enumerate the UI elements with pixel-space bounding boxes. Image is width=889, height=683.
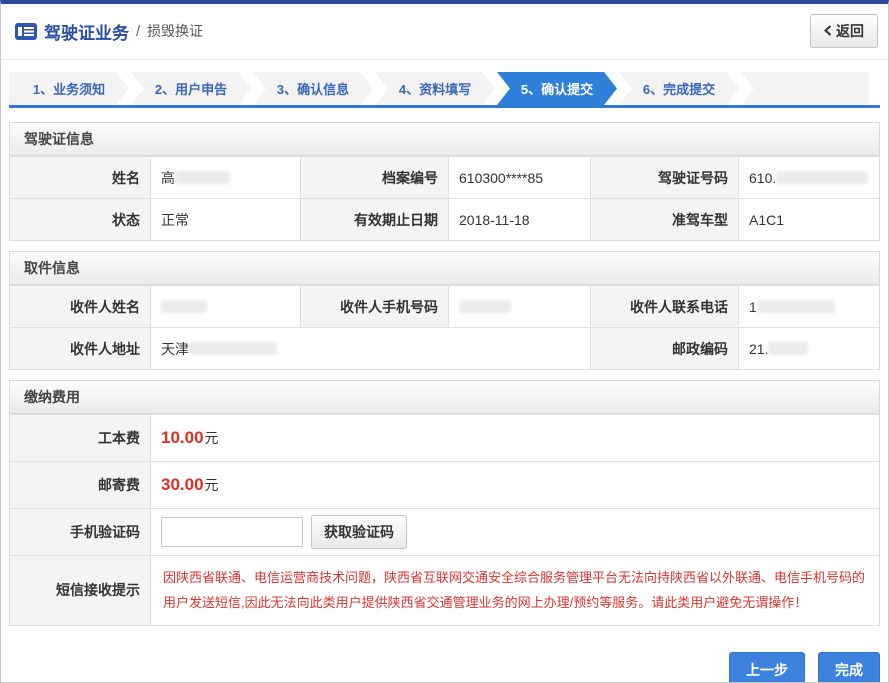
production-fee-amount: 10.00: [161, 428, 204, 448]
topbar: 驾驶证业务 / 损毁换证 返回: [1, 4, 888, 60]
recipient-phone-label: 收件人联系电话: [591, 286, 739, 327]
redaction-blur: [757, 300, 835, 313]
chevron-left-icon: [824, 23, 832, 39]
license-no-value: 610.: [739, 157, 879, 198]
step-bar-filler: [741, 72, 869, 105]
table-row: 收件人姓名 收件人手机号码 收件人联系电话 1: [10, 285, 879, 327]
sms-notice-cell: 因陕西省联通、电信运营商技术问题，陕西省互联网交通安全综合服务管理平台无法向持陕…: [151, 556, 879, 625]
production-fee-unit: 元: [205, 428, 219, 448]
sms-code-field-area: 获取验证码: [151, 509, 879, 555]
postage-fee-label: 邮寄费: [10, 462, 151, 508]
name-value: 高: [151, 157, 301, 198]
table-row: 收件人地址 天津 邮政编码 21.: [10, 327, 879, 369]
step-tab-5-active[interactable]: 5、确认提交: [497, 72, 617, 105]
license-no-label: 驾驶证号码: [591, 157, 739, 198]
recipient-mobile-value: [449, 286, 591, 327]
breadcrumb: 驾驶证业务 / 损毁换证: [15, 19, 203, 44]
page-subtitle: 损毁换证: [147, 21, 203, 41]
pickup-info-section: 取件信息 收件人姓名 收件人手机号码 收件人联系电话 1 收件人地址 天津 邮政…: [9, 251, 880, 370]
license-info-section: 驾驶证信息 姓名 高 档案编号 610300****85 驾驶证号码 610. …: [9, 122, 880, 241]
page: 驾驶证业务 / 损毁换证 返回 1、业务须知 2、用户申告 3、确认信息 4、资…: [0, 0, 889, 683]
footer-actions: 上一步 完成: [9, 652, 880, 683]
file-no-label: 档案编号: [301, 157, 449, 198]
page-title: 驾驶证业务: [44, 19, 129, 44]
sms-code-label: 手机验证码: [10, 509, 151, 555]
back-button-label: 返回: [836, 21, 864, 41]
sms-notice-label: 短信接收提示: [10, 556, 151, 625]
step-tab-6[interactable]: 6、完成提交: [619, 72, 739, 105]
step-progress-bar: 1、业务须知 2、用户申告 3、确认信息 4、资料填写 5、确认提交 6、完成提…: [9, 72, 880, 108]
status-value: 正常: [151, 199, 301, 240]
postal-code-label: 邮政编码: [591, 328, 739, 369]
sms-code-input[interactable]: [161, 517, 303, 547]
name-label: 姓名: [10, 157, 151, 198]
production-fee-label: 工本费: [10, 415, 151, 461]
redaction-blur: [776, 171, 868, 184]
get-sms-code-button[interactable]: 获取验证码: [311, 515, 407, 549]
redaction-blur: [459, 300, 511, 313]
table-row: 手机验证码 获取验证码: [10, 508, 879, 555]
recipient-address-label: 收件人地址: [10, 328, 151, 369]
sms-notice-text: 因陕西省联通、电信运营商技术问题，陕西省互联网交通安全综合服务管理平台无法向持陕…: [161, 556, 869, 625]
redaction-blur: [175, 171, 230, 184]
fees-section: 缴纳费用 工本费 10.00元 邮寄费 30.00元 手机验证码 获取验证码 短…: [9, 380, 880, 626]
redaction-blur: [768, 342, 808, 355]
expiry-value: 2018-11-18: [449, 199, 591, 240]
pickup-section-title: 取件信息: [10, 252, 879, 285]
expiry-label: 有效期止日期: [301, 199, 449, 240]
step-tab-4[interactable]: 4、资料填写: [375, 72, 495, 105]
step-tab-3[interactable]: 3、确认信息: [253, 72, 373, 105]
redaction-blur: [161, 300, 207, 313]
redaction-blur: [189, 342, 277, 355]
vehicle-class-label: 准驾车型: [591, 199, 739, 240]
status-label: 状态: [10, 199, 151, 240]
recipient-address-value: 天津: [151, 328, 591, 369]
table-row: 邮寄费 30.00元: [10, 461, 879, 508]
license-section-title: 驾驶证信息: [10, 123, 879, 156]
vehicle-class-value: A1C1: [739, 199, 879, 240]
fees-section-title: 缴纳费用: [10, 381, 879, 414]
step-tab-2[interactable]: 2、用户申告: [131, 72, 251, 105]
postage-fee-value: 30.00元: [151, 462, 879, 508]
postage-fee-amount: 30.00: [161, 475, 204, 495]
table-row: 状态 正常 有效期止日期 2018-11-18 准驾车型 A1C1: [10, 198, 879, 240]
table-row: 姓名 高 档案编号 610300****85 驾驶证号码 610.: [10, 156, 879, 198]
recipient-phone-value: 1: [739, 286, 879, 327]
breadcrumb-divider: /: [136, 23, 140, 40]
table-row: 工本费 10.00元: [10, 414, 879, 461]
recipient-name-value: [151, 286, 301, 327]
license-card-icon: [15, 23, 37, 40]
step-tab-1[interactable]: 1、业务须知: [9, 72, 129, 105]
file-no-value: 610300****85: [449, 157, 591, 198]
production-fee-value: 10.00元: [151, 415, 879, 461]
finish-button[interactable]: 完成: [818, 652, 880, 683]
previous-step-button[interactable]: 上一步: [729, 652, 805, 683]
recipient-mobile-label: 收件人手机号码: [301, 286, 449, 327]
recipient-name-label: 收件人姓名: [10, 286, 151, 327]
table-row: 短信接收提示 因陕西省联通、电信运营商技术问题，陕西省互联网交通安全综合服务管理…: [10, 555, 879, 625]
postal-code-value: 21.: [739, 328, 879, 369]
back-button[interactable]: 返回: [810, 14, 878, 48]
postage-fee-unit: 元: [205, 475, 219, 495]
